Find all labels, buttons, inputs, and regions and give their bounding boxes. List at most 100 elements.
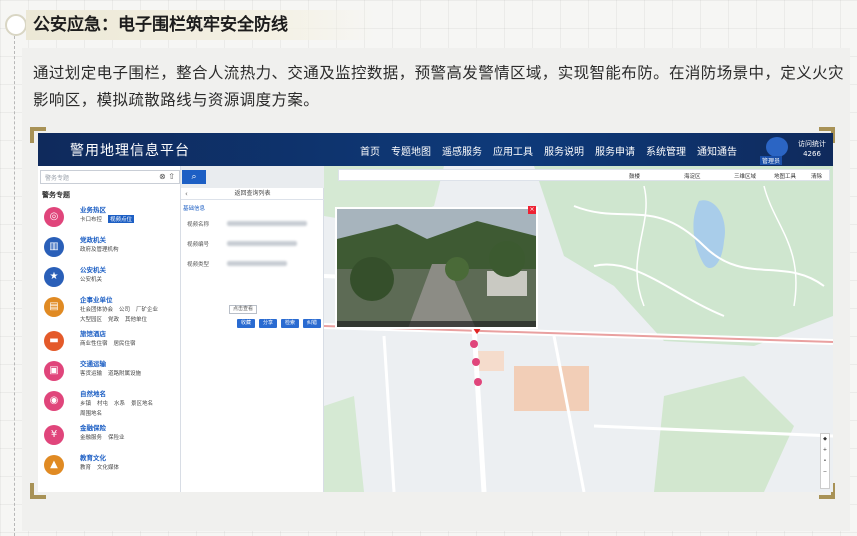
category-item[interactable]: ◉ 自然地名 乡镇 村屯 水系 景区地名 周围地名 [42, 388, 181, 418]
category-subitem[interactable]: 厂矿企业 [136, 305, 158, 313]
field-label: 视频类型 [187, 262, 210, 268]
category-subitem[interactable]: 村屯 [97, 399, 108, 407]
category-item[interactable]: ★ 公安机关 公安机关 [42, 264, 181, 294]
left-panel: 警务专题 ⊗ ⇧ 警务专题 ◎ 业务热区 卡口布控 视频点位 ▥ 党政机关 政府及… [38, 166, 181, 492]
visit-stats: 访问统计 4266 [798, 139, 826, 159]
category-subitem[interactable]: 政府及管理机构 [80, 245, 119, 253]
video-frame [337, 209, 536, 327]
category-item[interactable]: ▬ 旅馆酒店 商业性住宿 居民住宿 [42, 328, 181, 358]
category-item[interactable]: ¥ 金融保险 金融服务 保险业 [42, 422, 181, 452]
category-name: 交通运输 [80, 360, 106, 368]
zoom-out-icon[interactable]: − [821, 467, 829, 478]
category-item[interactable]: ◎ 业务热区 卡口布控 视频点位 [42, 204, 181, 234]
category-subitem[interactable]: 居民住宿 [114, 339, 136, 347]
category-name: 教育文化 [80, 454, 106, 462]
back-icon[interactable]: ‹ [185, 188, 188, 200]
zoom-control[interactable]: ◆ + • − [820, 433, 830, 489]
frame-corner [30, 483, 34, 499]
category-item[interactable]: ▤ 企事业单位 社会团体协会 公司 厂矿企业 大型园区 党政 其他单位 [42, 294, 181, 324]
section-marker-icon [5, 14, 27, 36]
nav-system-admin[interactable]: 系统管理 [646, 143, 686, 158]
search-placeholder: 警务专题 [45, 175, 70, 182]
video-popup[interactable] [335, 207, 538, 329]
map-toolbar: 鼓楼 海淀区 三维区域 地图工具 清除 [338, 169, 830, 181]
field-label: 视频编号 [187, 242, 210, 248]
main-nav: 首页 专题地图 遥感服务 应用工具 服务说明 服务申请 系统管理 通知通告 [360, 143, 737, 158]
clear-button[interactable]: 清除 [811, 172, 822, 180]
category-name: 党政机关 [80, 236, 106, 244]
category-subitem[interactable]: 社会团体协会 [80, 305, 113, 313]
nav-thematic-map[interactable]: 专题地图 [391, 143, 431, 158]
bus-icon: ▣ [44, 361, 64, 381]
compass-icon[interactable]: ◆ [821, 434, 829, 445]
share-button[interactable]: 分享 [259, 319, 277, 328]
field-label: 视频名称 [187, 222, 210, 228]
user-label: 管理员 [760, 156, 783, 165]
category-subitem[interactable]: 客货运输 [80, 369, 102, 377]
3d-region-button[interactable]: 三维区域 [734, 172, 756, 180]
camera-marker-icon[interactable] [472, 358, 480, 366]
detail-header: ‹ 返回查询列表 [181, 188, 324, 200]
district-selector[interactable]: 海淀区 [684, 172, 701, 180]
nav-service-info[interactable]: 服务说明 [544, 143, 584, 158]
nav-notice[interactable]: 通知通告 [697, 143, 737, 158]
camera-marker-icon[interactable] [474, 378, 482, 386]
search-tools-icon[interactable]: ⊗ ⇧ [159, 172, 175, 181]
search-button[interactable]: ⌕ [182, 170, 206, 184]
close-icon[interactable]: × [528, 206, 536, 214]
category-subitem[interactable]: 党政 [108, 315, 119, 323]
view-button[interactable]: 点击查看 [229, 305, 257, 314]
detail-subtitle: 基础信息 [183, 206, 206, 212]
nav-remote-sensing[interactable]: 遥感服务 [442, 143, 482, 158]
section-title: 公安应急：电子围栏筑牢安全防线 [33, 15, 288, 35]
category-item[interactable]: ▣ 交通运输 客货运输 道路附属设施 [42, 358, 181, 388]
category-subitem[interactable]: 道路附属设施 [108, 369, 141, 377]
detail-header-label[interactable]: 返回查询列表 [234, 190, 270, 197]
region-selector[interactable]: 鼓楼 [629, 172, 640, 180]
category-subitem[interactable]: 大型园区 [80, 315, 102, 323]
category-subitem[interactable]: 保险业 [108, 433, 125, 441]
category-subitem[interactable]: 商业性住宿 [80, 339, 108, 347]
police-badge-icon: ★ [44, 267, 64, 287]
category-subitem[interactable]: 卡口布控 [80, 215, 102, 223]
category-subitem[interactable]: 文化媒体 [97, 463, 119, 471]
correct-button[interactable]: 纠错 [303, 319, 321, 328]
app-title: 警用地理信息平台 [70, 143, 190, 159]
category-name: 企事业单位 [80, 296, 113, 304]
category-subitem[interactable]: 教育 [80, 463, 91, 471]
nav-tools[interactable]: 应用工具 [493, 143, 533, 158]
avatar[interactable] [766, 137, 788, 157]
retrieve-button[interactable]: 检索 [281, 319, 299, 328]
favorite-button[interactable]: 收藏 [237, 319, 255, 328]
top-nav: 警用地理信息平台 首页 专题地图 遥感服务 应用工具 服务说明 服务申请 系统管… [38, 133, 833, 166]
map-tools-button[interactable]: 地图工具 [774, 172, 796, 180]
nav-home[interactable]: 首页 [360, 143, 380, 158]
category-subitem[interactable]: 公司 [119, 305, 130, 313]
frame-corner [30, 127, 34, 143]
zoom-in-icon[interactable]: + [821, 445, 829, 456]
search-input[interactable]: 警务专题 ⊗ ⇧ [40, 170, 180, 184]
description-text: 通过划定电子围栏，整合人流热力、交通及监控数据，预警高发警情区域，实现智能布防。… [33, 64, 844, 109]
category-subitem[interactable]: 视频点位 [108, 215, 135, 223]
briefcase-icon: ▤ [44, 297, 64, 317]
category-subitem[interactable]: 水系 [114, 399, 125, 407]
category-subitem[interactable]: 乡镇 [80, 399, 91, 407]
panel-title: 警务专题 [42, 191, 70, 199]
camera-marker-icon[interactable] [470, 340, 478, 348]
category-subitem[interactable]: 公安机关 [80, 275, 102, 283]
redacted-value [227, 241, 297, 246]
category-name: 业务热区 [80, 206, 106, 214]
category-subitem[interactable]: 周围地名 [80, 409, 102, 417]
visit-label: 访问统计 [798, 140, 826, 148]
nav-service-apply[interactable]: 服务申请 [595, 143, 635, 158]
category-subitem[interactable]: 金融服务 [80, 433, 102, 441]
category-item[interactable]: ▥ 党政机关 政府及管理机构 [42, 234, 181, 264]
building-icon: ▥ [44, 237, 64, 257]
visit-count: 4266 [803, 150, 821, 158]
category-subitem[interactable]: 其他单位 [125, 315, 147, 323]
category-item[interactable]: ▲ 教育文化 教育 文化媒体 [42, 452, 181, 482]
category-subitem[interactable]: 景区地名 [131, 399, 153, 407]
bed-icon: ▬ [44, 331, 64, 351]
redacted-value [227, 261, 287, 266]
platform-screenshot: 警用地理信息平台 首页 专题地图 遥感服务 应用工具 服务说明 服务申请 系统管… [38, 133, 833, 492]
